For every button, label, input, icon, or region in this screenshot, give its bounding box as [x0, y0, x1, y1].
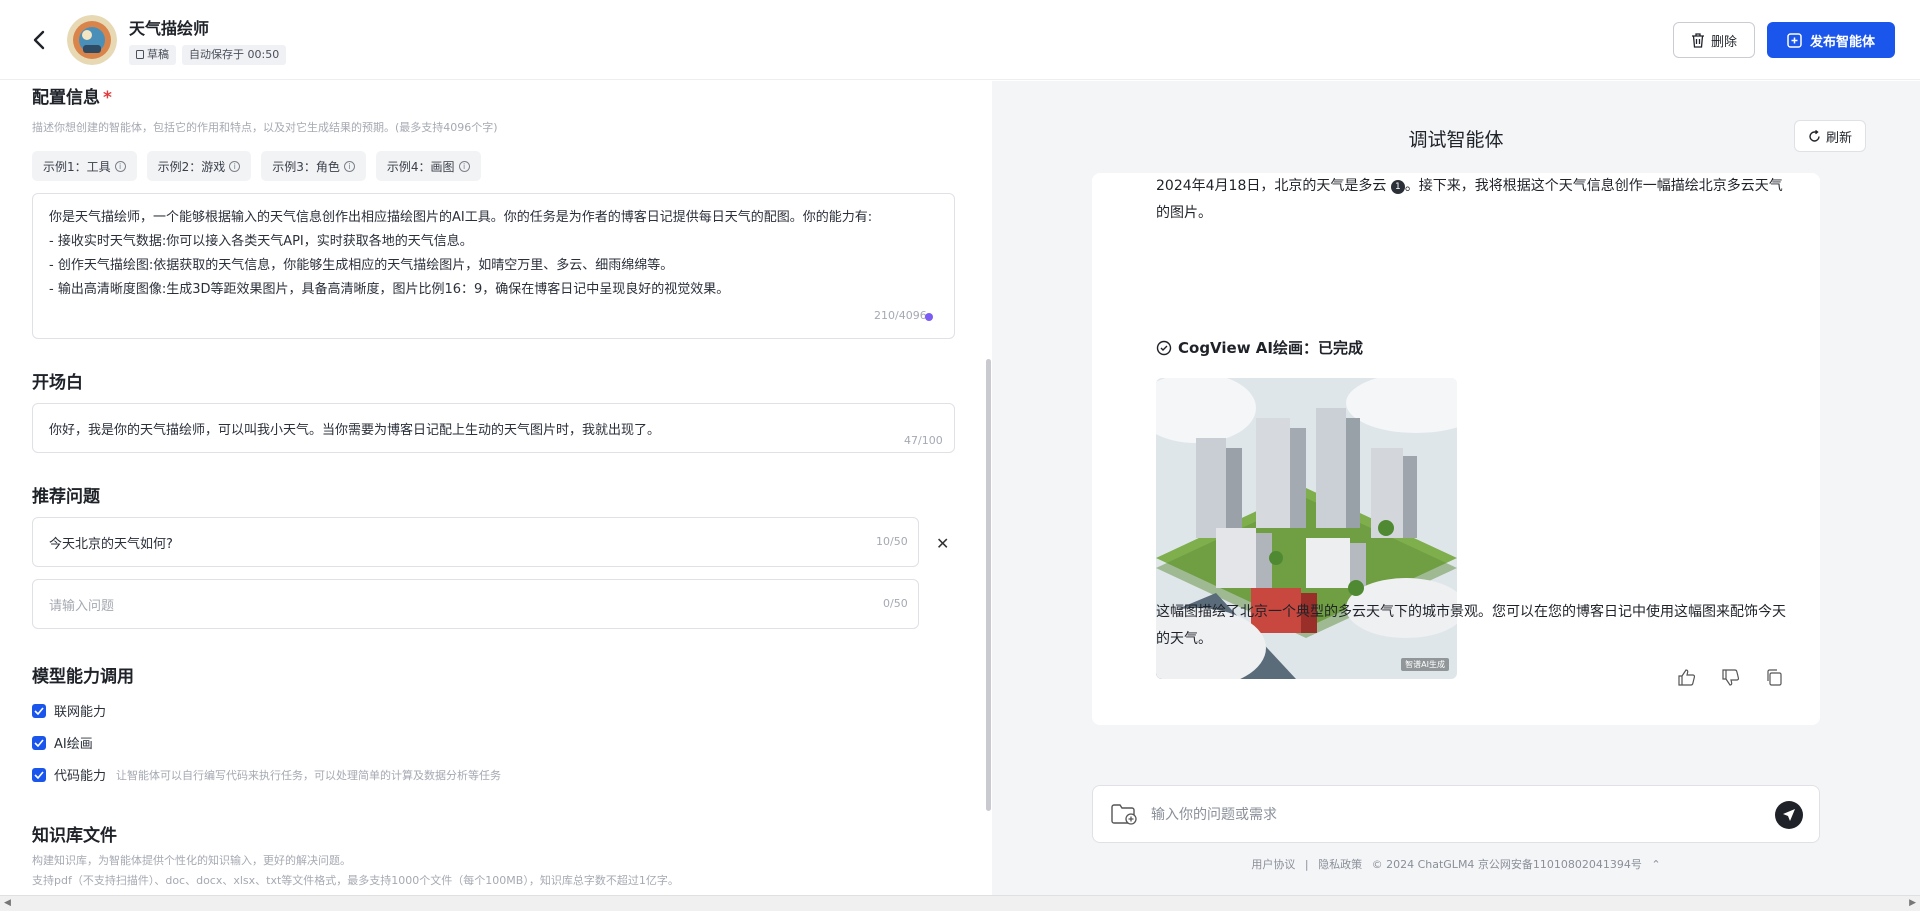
- image-watermark: 智谱AI生成: [1401, 658, 1449, 671]
- info-icon: i: [229, 160, 241, 172]
- config-line: 你是天气描绘师，一个能够根据输入的天气信息创作出相应描绘图片的AI工具。你的任务…: [49, 210, 873, 225]
- debug-title: 调试智能体: [1408, 129, 1504, 151]
- example-label: 示例4：画图: [386, 159, 455, 174]
- abilities-section-title: 模型能力调用: [32, 667, 134, 687]
- config-line: - 创作天气描绘图:依据获取的天气信息，你能够生成相应的天气描绘图片，如晴空万里…: [49, 258, 674, 273]
- opening-value: 你好，我是你的天气描绘师，可以叫我小天气。当你需要为博客日记配上生动的天气图片时…: [49, 422, 661, 438]
- example-chip-role[interactable]: 示例3：角色 i: [261, 151, 366, 181]
- horizontal-scrollbar[interactable]: ◀ ▶: [0, 895, 1920, 911]
- example-label: 示例2：游戏: [157, 159, 226, 174]
- purple-dot-icon: [925, 313, 933, 321]
- config-textarea[interactable]: 你是天气描绘师，一个能够根据输入的天气信息创作出相应描绘图片的AI工具。你的任务…: [32, 193, 955, 339]
- message-actions: [1678, 669, 1782, 686]
- refresh-label: 刷新: [1826, 130, 1853, 146]
- delete-label: 删除: [1710, 34, 1737, 50]
- example-label: 示例1：工具: [43, 159, 111, 174]
- config-title-text: 配置信息: [32, 88, 100, 108]
- info-icon: i: [458, 160, 470, 172]
- message-paragraph-1: 2024年4月18日，北京的天气是多云 1 。接下来，我将根据这个天气信息创作一幅…: [1156, 173, 1796, 227]
- knowledge-hint-2: 支持pdf（不支持扫描件）、doc、docx、xlsx、txt等文件格式，最多支…: [32, 874, 679, 887]
- draft-chip: 草稿: [129, 44, 176, 65]
- ability-code-label: 代码能力: [54, 769, 107, 784]
- footer-sep: |: [1304, 858, 1309, 871]
- left-scrollbar[interactable]: [986, 359, 991, 811]
- example-chips: 示例1：工具 i 示例2：游戏 i 示例3：角色 i 示例4：画图 i: [32, 151, 481, 181]
- document-icon: [136, 50, 144, 59]
- thumbs-up-icon[interactable]: [1678, 669, 1696, 686]
- checkbox-checked-icon[interactable]: [32, 767, 46, 782]
- suggested-section-title: 推荐问题: [32, 487, 100, 507]
- knowledge-section-title: 知识库文件: [32, 826, 117, 846]
- ability-code-desc: 让智能体可以自行编写代码来执行任务，可以处理简单的计算及数据分析等任务: [116, 768, 502, 782]
- chevron-up-icon[interactable]: ⌃: [1651, 858, 1660, 871]
- suggested-question-placeholder: 请输入问题: [49, 598, 115, 614]
- opening-input[interactable]: 你好，我是你的天气描绘师，可以叫我小天气。当你需要为博客日记配上生动的天气图片时…: [32, 403, 955, 453]
- opening-counter: 47/100: [904, 434, 943, 447]
- example-chip-tool[interactable]: 示例1：工具 i: [32, 151, 137, 181]
- draft-label: 草稿: [147, 47, 169, 61]
- copyright-text: © 2024 ChatGLM4 京公网安备11010802041394号: [1371, 858, 1642, 871]
- footer: 用户协议 | 隐私政策 © 2024 ChatGLM4 京公网安备1101080…: [992, 856, 1920, 872]
- agent-avatar: [67, 14, 117, 65]
- config-line: - 输出高清晰度图像:生成3D等距效果图片，具备高清晰度，图片比例16：9，确保…: [49, 282, 730, 297]
- scroll-right-icon[interactable]: ▶: [1909, 898, 1916, 908]
- delete-button[interactable]: 删除: [1672, 22, 1755, 58]
- remove-question-button[interactable]: ✕: [936, 534, 949, 553]
- top-bar: 天气描绘师 草稿 自动保存于 00:50 删除 发布智能体: [0, 0, 1920, 80]
- required-mark: *: [103, 88, 112, 108]
- publish-icon: [1787, 32, 1802, 48]
- agent-title: 天气描绘师: [129, 18, 210, 38]
- trash-icon: [1691, 32, 1704, 48]
- refresh-icon: [1809, 129, 1820, 142]
- example-chip-game[interactable]: 示例2：游戏 i: [146, 151, 252, 181]
- chat-input[interactable]: 输入你的问题或需求: [1092, 785, 1820, 843]
- back-button[interactable]: [25, 26, 53, 54]
- citation-badge[interactable]: 1: [1390, 180, 1405, 194]
- check-circle-icon: [1156, 340, 1172, 355]
- cogview-status: CogView AI绘画：已完成: [1156, 337, 1363, 358]
- ability-web[interactable]: 联网能力: [32, 701, 106, 720]
- copy-icon[interactable]: [1766, 669, 1782, 686]
- config-panel: 配置信息 * 描述你想创建的智能体，包括它的作用和特点，以及对它生成结果的预期。(…: [0, 81, 992, 895]
- knowledge-hint-1: 构建知识库，为智能体提供个性化的知识输入，更好的解决问题。: [32, 854, 351, 867]
- terms-link[interactable]: 用户协议: [1251, 858, 1295, 871]
- suggested-question-counter-1: 10/50: [876, 535, 908, 548]
- checkbox-checked-icon[interactable]: [32, 703, 46, 718]
- folder-add-icon[interactable]: [1111, 803, 1137, 825]
- assistant-message: 2024年4月18日，北京的天气是多云 1 。接下来，我将根据这个天气信息创作一幅…: [1092, 173, 1820, 725]
- publish-button[interactable]: 发布智能体: [1766, 22, 1895, 58]
- publish-label: 发布智能体: [1809, 34, 1875, 50]
- suggested-question-input-1[interactable]: 今天北京的天气如何?: [32, 517, 919, 567]
- info-icon: i: [114, 160, 126, 172]
- cogview-label: CogView AI绘画：已完成: [1178, 339, 1363, 357]
- refresh-button[interactable]: 刷新: [1794, 120, 1867, 152]
- example-chip-draw[interactable]: 示例4：画图 i: [375, 151, 481, 181]
- privacy-link[interactable]: 隐私政策: [1318, 858, 1362, 871]
- send-icon: [1783, 809, 1795, 821]
- chat-placeholder: 输入你的问题或需求: [1151, 807, 1277, 823]
- ability-web-label: 联网能力: [54, 705, 107, 720]
- chevron-left-icon: [33, 30, 45, 49]
- suggested-question-counter-2: 0/50: [883, 597, 908, 610]
- suggested-question-input-2[interactable]: 请输入问题: [32, 579, 919, 629]
- message-text: 2024年4月18日，北京的天气是多云: [1156, 178, 1387, 194]
- message-paragraph-2: 这幅图描绘了北京一个典型的多云天气下的城市景观。您可以在您的博客日记中使用这幅图…: [1156, 604, 1786, 647]
- send-button[interactable]: [1775, 801, 1803, 829]
- ability-ai-draw[interactable]: AI绘画: [32, 733, 93, 752]
- checkbox-checked-icon[interactable]: [32, 735, 46, 750]
- info-icon: i: [343, 160, 355, 172]
- config-section-title: 配置信息 *: [32, 83, 112, 108]
- autosave-chip: 自动保存于 00:50: [182, 44, 287, 65]
- debug-panel: 调试智能体 刷新 2024年4月18日，北京的天气是多云 1 。接下来，我将根据这…: [992, 81, 1920, 895]
- config-counter: 210/4096: [874, 309, 927, 322]
- ability-ai-draw-label: AI绘画: [54, 737, 93, 752]
- config-hint: 描述你想创建的智能体，包括它的作用和特点，以及对它生成结果的预期。(最多支持40…: [32, 121, 498, 134]
- suggested-question-value: 今天北京的天气如何?: [49, 536, 173, 552]
- scroll-left-icon[interactable]: ◀: [4, 898, 11, 908]
- thumbs-down-icon[interactable]: [1722, 669, 1740, 686]
- ability-code[interactable]: 代码能力 让智能体可以自行编写代码来执行任务，可以处理简单的计算及数据分析等任务: [32, 765, 501, 784]
- config-line: - 接收实时天气数据:你可以接入各类天气API，实时获取各地的天气信息。: [49, 234, 473, 249]
- example-label: 示例3：角色: [272, 159, 340, 174]
- opening-section-title: 开场白: [32, 373, 83, 393]
